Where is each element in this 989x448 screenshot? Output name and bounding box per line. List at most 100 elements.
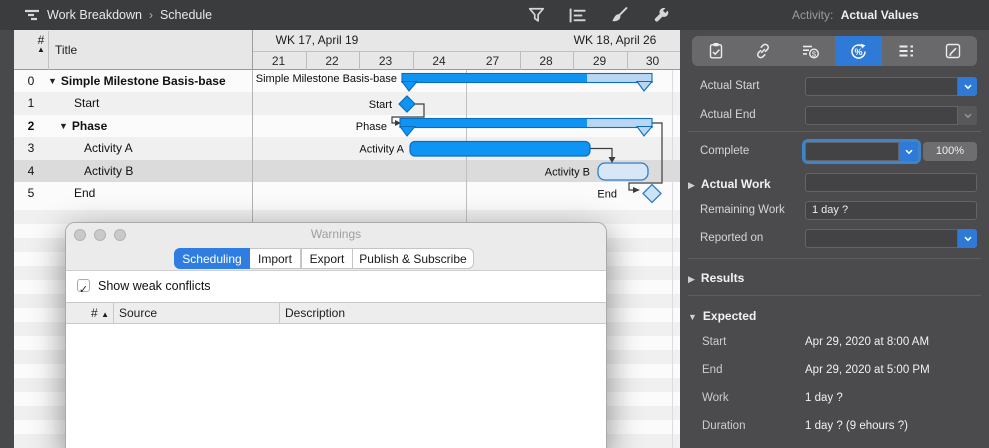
row-number: 2 bbox=[27, 119, 35, 133]
align-lines-icon[interactable] bbox=[569, 7, 587, 24]
warnings-table-header: # ▲ Source Description bbox=[66, 302, 606, 324]
complete-label: Complete bbox=[700, 145, 750, 157]
complete-100-percent-button[interactable]: 100% bbox=[923, 142, 977, 161]
show-weak-conflicts-checkbox[interactable]: ✓ bbox=[77, 279, 90, 296]
inspector-title-context: Activity: bbox=[792, 8, 834, 22]
reported-on-field[interactable] bbox=[805, 229, 958, 248]
inspector-tab-bar: $ % bbox=[692, 36, 977, 66]
day-24[interactable]: 24 bbox=[413, 52, 466, 70]
row-title[interactable]: Activity A bbox=[84, 141, 133, 155]
row-title[interactable]: Simple Milestone Basis-base bbox=[61, 74, 226, 88]
disclosure-right-icon[interactable]: ▶ bbox=[688, 274, 701, 284]
day-22[interactable]: 22 bbox=[306, 52, 359, 70]
complete-dropdown[interactable] bbox=[899, 142, 918, 161]
remaining-work-field[interactable]: 1 day ? bbox=[805, 201, 977, 220]
tab-resources-cost[interactable]: $ bbox=[787, 36, 835, 66]
actual-end-dropdown[interactable] bbox=[958, 106, 977, 125]
breadcrumb-schedule[interactable]: Schedule bbox=[160, 8, 212, 22]
disclosure-right-icon[interactable]: ▶ bbox=[688, 180, 701, 190]
clipboard-check-icon bbox=[709, 43, 722, 59]
tab-custom-data[interactable] bbox=[882, 36, 930, 66]
day-30[interactable]: 30 bbox=[627, 52, 679, 70]
gantt-bar-activity-a[interactable] bbox=[409, 140, 591, 157]
warnings-table-body[interactable] bbox=[66, 324, 606, 448]
tab-export[interactable]: Export bbox=[301, 248, 353, 269]
checkmark-icon: ✓ bbox=[78, 284, 89, 296]
row-title[interactable]: Phase bbox=[72, 119, 107, 133]
dependency-activity-a-to-b bbox=[590, 147, 613, 157]
sort-ascending-icon: ▲ bbox=[101, 310, 109, 319]
left-rail bbox=[0, 30, 14, 448]
inspector-title-name: Actual Values bbox=[840, 8, 919, 22]
title-column-header[interactable]: Title bbox=[55, 43, 77, 57]
disclosure-triangle[interactable]: ▼ bbox=[48, 76, 61, 86]
sort-ascending-icon[interactable]: ▲ bbox=[34, 45, 48, 54]
tab-dependencies[interactable] bbox=[740, 36, 788, 66]
expected-end-value: Apr 29, 2020 at 5:00 PM bbox=[805, 364, 930, 376]
bar-label: Start bbox=[369, 99, 392, 111]
reported-on-dropdown[interactable] bbox=[958, 229, 977, 248]
gantt-milestone-start[interactable] bbox=[398, 95, 416, 113]
row-title[interactable]: End bbox=[74, 186, 95, 200]
tab-scheduling[interactable]: Scheduling bbox=[174, 248, 250, 269]
expected-end-label: End bbox=[702, 364, 723, 376]
breadcrumb-work-breakdown[interactable]: Work Breakdown bbox=[47, 8, 142, 22]
gantt-bar-activity-b[interactable] bbox=[597, 162, 649, 181]
show-weak-conflicts-label[interactable]: Show weak conflicts bbox=[98, 279, 211, 293]
expected-section-header[interactable]: ▼ Expected bbox=[688, 307, 756, 325]
tab-publish-subscribe[interactable]: Publish & Subscribe bbox=[353, 248, 474, 269]
number-column-header[interactable]: # ▲ bbox=[34, 33, 48, 54]
svg-text:%: % bbox=[854, 47, 862, 57]
resource-cost-icon: $ bbox=[803, 45, 820, 59]
expected-start-value: Apr 29, 2020 at 8:00 AM bbox=[805, 336, 930, 348]
warnings-number-column-header[interactable]: # ▲ bbox=[91, 306, 109, 320]
brush-icon[interactable] bbox=[610, 7, 628, 24]
disclosure-triangle[interactable]: ▼ bbox=[59, 121, 72, 131]
gantt-milestone-end[interactable] bbox=[642, 183, 662, 204]
top-toolbar: Work Breakdown › Schedule Activity: Actual… bbox=[0, 0, 989, 30]
warnings-titlebar[interactable]: Warnings Scheduling Import Export Publis… bbox=[66, 223, 606, 271]
row-title[interactable]: Activity B bbox=[84, 164, 133, 178]
day-23[interactable]: 23 bbox=[359, 52, 412, 70]
row-number: 1 bbox=[27, 96, 35, 110]
week-18-header[interactable]: WK 18, April 26 bbox=[550, 33, 680, 47]
row-number: 0 bbox=[27, 74, 35, 88]
bar-label: End bbox=[597, 189, 617, 201]
note-edit-icon bbox=[946, 43, 961, 59]
gantt-bar-group-phase[interactable] bbox=[398, 117, 654, 137]
inspector-panel: $ % Actual Start Actual End Complete 100… bbox=[680, 30, 989, 448]
filter-icon[interactable] bbox=[528, 7, 546, 24]
disclosure-down-icon[interactable]: ▼ bbox=[688, 312, 703, 322]
dialog-title: Warnings bbox=[310, 227, 362, 241]
complete-field[interactable] bbox=[805, 142, 899, 161]
day-29[interactable]: 29 bbox=[573, 52, 626, 70]
chevron-down-icon bbox=[963, 113, 972, 118]
warnings-dialog: Warnings Scheduling Import Export Publis… bbox=[65, 222, 607, 448]
actual-start-dropdown[interactable] bbox=[958, 77, 977, 96]
gantt-bar-group-simple-milestone[interactable] bbox=[400, 72, 654, 92]
warnings-description-column-header[interactable]: Description bbox=[285, 306, 345, 320]
tab-import[interactable]: Import bbox=[250, 248, 301, 269]
day-27[interactable]: 27 bbox=[466, 52, 519, 70]
tab-notes[interactable] bbox=[930, 36, 978, 66]
custom-data-icon bbox=[899, 45, 913, 57]
actual-end-field[interactable] bbox=[805, 106, 958, 125]
tab-actual-values[interactable]: % bbox=[834, 36, 882, 66]
results-label: Results bbox=[700, 271, 745, 285]
day-28[interactable]: 28 bbox=[520, 52, 573, 70]
gantt-chart: Simple Milestone Basis-base Start Phase … bbox=[256, 72, 663, 204]
bar-label: Phase bbox=[356, 121, 387, 133]
day-21[interactable]: 21 bbox=[252, 52, 305, 70]
results-section-header[interactable]: ▶ Results bbox=[688, 269, 744, 287]
actual-start-field[interactable] bbox=[805, 77, 958, 96]
week-17-header[interactable]: WK 17, April 19 bbox=[252, 33, 382, 47]
tab-task-info[interactable] bbox=[692, 36, 740, 66]
row-title[interactable]: Start bbox=[74, 96, 99, 110]
remaining-work-label: Remaining Work bbox=[700, 204, 785, 216]
bar-label: Activity B bbox=[545, 167, 590, 179]
actual-work-field[interactable] bbox=[805, 173, 977, 192]
expected-work-value: 1 day ? bbox=[805, 392, 843, 404]
warnings-source-column-header[interactable]: Source bbox=[119, 306, 157, 320]
gantt-bar-labels: Simple Milestone Basis-base Start Phase … bbox=[256, 73, 617, 201]
wrench-icon[interactable] bbox=[652, 7, 670, 24]
